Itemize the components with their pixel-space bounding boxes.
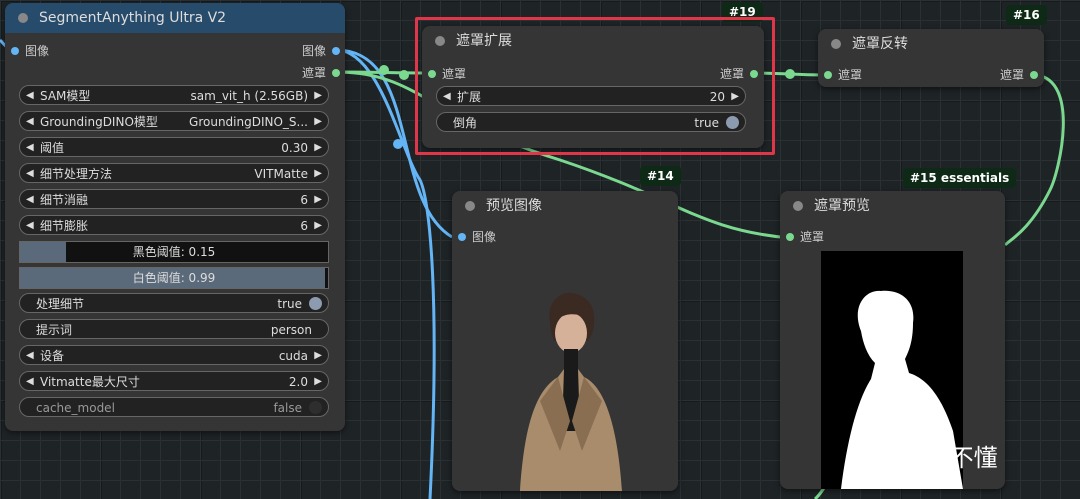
- segment-anything-node[interactable]: SegmentAnything Ultra V2 图像 图像 遮罩 ◀ SAM模…: [5, 3, 345, 431]
- widget-label: 细节消融: [40, 193, 89, 207]
- right-arrow-icon[interactable]: ▶: [314, 190, 322, 210]
- node-id-badge: #14: [640, 166, 681, 186]
- widget-label: 设备: [40, 349, 65, 363]
- output-slot-mask[interactable]: 遮罩: [302, 65, 340, 81]
- widget-label: cache_model: [36, 401, 115, 415]
- input-slot-image[interactable]: 图像: [11, 43, 49, 59]
- node-title: 遮罩反转: [852, 36, 908, 52]
- collapse-dot-icon[interactable]: [465, 201, 475, 211]
- output-slot-image[interactable]: 图像: [302, 43, 340, 59]
- right-arrow-icon[interactable]: ▶: [314, 372, 322, 392]
- widget-label: SAM模型: [40, 89, 91, 103]
- input-pin-icon[interactable]: [824, 71, 832, 79]
- widget-value: VITMatte: [254, 167, 308, 181]
- detail-dilate-number[interactable]: ◀ 细节膨胀 6 ▶: [19, 215, 329, 235]
- right-arrow-icon[interactable]: ▶: [314, 164, 322, 184]
- slider-label: 白色阈值: 0.99: [132, 271, 216, 285]
- right-arrow-icon[interactable]: ▶: [314, 346, 322, 366]
- input-slot-mask[interactable]: 遮罩: [786, 229, 824, 245]
- widget-value: cuda: [278, 349, 308, 363]
- slot-label: 遮罩: [301, 66, 326, 80]
- node-title: SegmentAnything Ultra V2: [39, 10, 227, 26]
- output-pin-icon[interactable]: [332, 47, 340, 55]
- widget-label: 提示词: [36, 323, 73, 337]
- slot-label: 遮罩: [999, 68, 1024, 82]
- white-threshold-slider[interactable]: 白色阈值: 0.99: [19, 267, 329, 289]
- left-arrow-icon[interactable]: ◀: [26, 372, 34, 392]
- widget-label: GroundingDINO模型: [40, 115, 158, 129]
- threshold-number[interactable]: ◀ 阈值 0.30 ▶: [19, 137, 329, 157]
- node-id-badge: #16: [1006, 5, 1047, 25]
- preview-person-image[interactable]: [510, 291, 630, 491]
- watermark-text: 知乎 @董不懂: [846, 444, 998, 472]
- prompt-text-field[interactable]: 提示词 person: [19, 319, 329, 339]
- detail-method-combo[interactable]: ◀ 细节处理方法 VITMatte ▶: [19, 163, 329, 183]
- node-title-bar[interactable]: 遮罩反转: [818, 29, 1044, 59]
- output-slot-mask[interactable]: 遮罩: [1000, 67, 1038, 83]
- left-arrow-icon[interactable]: ◀: [26, 86, 34, 106]
- highlight-box: [415, 17, 775, 155]
- widget-value: 6: [300, 193, 308, 207]
- preview-image-node[interactable]: 预览图像 图像: [452, 191, 678, 491]
- device-combo[interactable]: ◀ 设备 cuda ▶: [19, 345, 329, 365]
- process-detail-toggle[interactable]: 处理细节 true: [19, 293, 329, 313]
- node-title-bar[interactable]: 预览图像: [452, 191, 678, 221]
- toggle-knob-icon[interactable]: [309, 401, 322, 414]
- widget-value: 0.30: [281, 141, 308, 155]
- slot-label: 遮罩: [800, 230, 825, 244]
- widget-label: 阈值: [40, 141, 65, 155]
- black-threshold-fill: [20, 242, 67, 262]
- toggle-knob-icon[interactable]: [309, 297, 322, 310]
- node-title-bar[interactable]: 遮罩预览: [780, 191, 1005, 221]
- collapse-dot-icon[interactable]: [831, 39, 841, 49]
- slot-label: 遮罩: [838, 68, 863, 82]
- widget-value: 2.0: [288, 375, 308, 389]
- collapse-dot-icon[interactable]: [793, 201, 803, 211]
- input-pin-icon[interactable]: [458, 233, 466, 241]
- collapse-dot-icon[interactable]: [18, 13, 28, 23]
- input-pin-icon[interactable]: [11, 47, 19, 55]
- widget-value: sam_vit_h (2.56GB): [190, 89, 308, 103]
- widget-value: true: [277, 297, 302, 311]
- input-pin-icon[interactable]: [786, 233, 794, 241]
- cache-model-toggle[interactable]: cache_model false: [19, 397, 329, 417]
- left-arrow-icon[interactable]: ◀: [26, 216, 34, 236]
- input-slot-mask[interactable]: 遮罩: [824, 67, 862, 83]
- node-id-badge: #15 essentials: [903, 168, 1017, 188]
- right-arrow-icon[interactable]: ▶: [314, 86, 322, 106]
- sam-model-combo[interactable]: ◀ SAM模型 sam_vit_h (2.56GB) ▶: [19, 85, 329, 105]
- left-arrow-icon[interactable]: ◀: [26, 346, 34, 366]
- widget-label: 细节膨胀: [40, 219, 89, 233]
- widget-label: 细节处理方法: [40, 167, 113, 181]
- right-arrow-icon[interactable]: ▶: [314, 112, 322, 132]
- widget-value: 6: [300, 219, 308, 233]
- output-pin-icon[interactable]: [332, 69, 340, 77]
- right-arrow-icon[interactable]: ▶: [314, 216, 322, 236]
- output-pin-icon[interactable]: [1030, 71, 1038, 79]
- widget-value: false: [273, 401, 302, 415]
- black-threshold-slider[interactable]: 黑色阈值: 0.15: [19, 241, 329, 263]
- left-arrow-icon[interactable]: ◀: [26, 190, 34, 210]
- widget-label: 处理细节: [36, 297, 85, 311]
- right-arrow-icon[interactable]: ▶: [314, 138, 322, 158]
- node-title: 遮罩预览: [814, 198, 870, 214]
- node-title-bar[interactable]: SegmentAnything Ultra V2: [5, 3, 345, 33]
- detail-erode-number[interactable]: ◀ 细节消融 6 ▶: [19, 189, 329, 209]
- widget-value: GroundingDINO_S...: [189, 115, 308, 129]
- widget-label: Vitmatte最大尺寸: [40, 375, 140, 389]
- slot-label: 图像: [25, 44, 50, 58]
- widget-value: person: [270, 323, 312, 337]
- left-arrow-icon[interactable]: ◀: [26, 164, 34, 184]
- link-invert-to-preview: [1003, 73, 1065, 247]
- node-title: 预览图像: [486, 198, 542, 214]
- slot-label: 图像: [301, 44, 326, 58]
- input-slot-image[interactable]: 图像: [458, 229, 496, 245]
- slot-label: 图像: [472, 230, 497, 244]
- left-arrow-icon[interactable]: ◀: [26, 138, 34, 158]
- mask-invert-node[interactable]: 遮罩反转 遮罩 遮罩: [818, 29, 1044, 87]
- groundingdino-model-combo[interactable]: ◀ GroundingDINO模型 GroundingDINO_S... ▶: [19, 111, 329, 131]
- vitmatte-max-size-number[interactable]: ◀ Vitmatte最大尺寸 2.0 ▶: [19, 371, 329, 391]
- slider-label: 黑色阈值: 0.15: [132, 245, 216, 259]
- left-arrow-icon[interactable]: ◀: [26, 112, 34, 132]
